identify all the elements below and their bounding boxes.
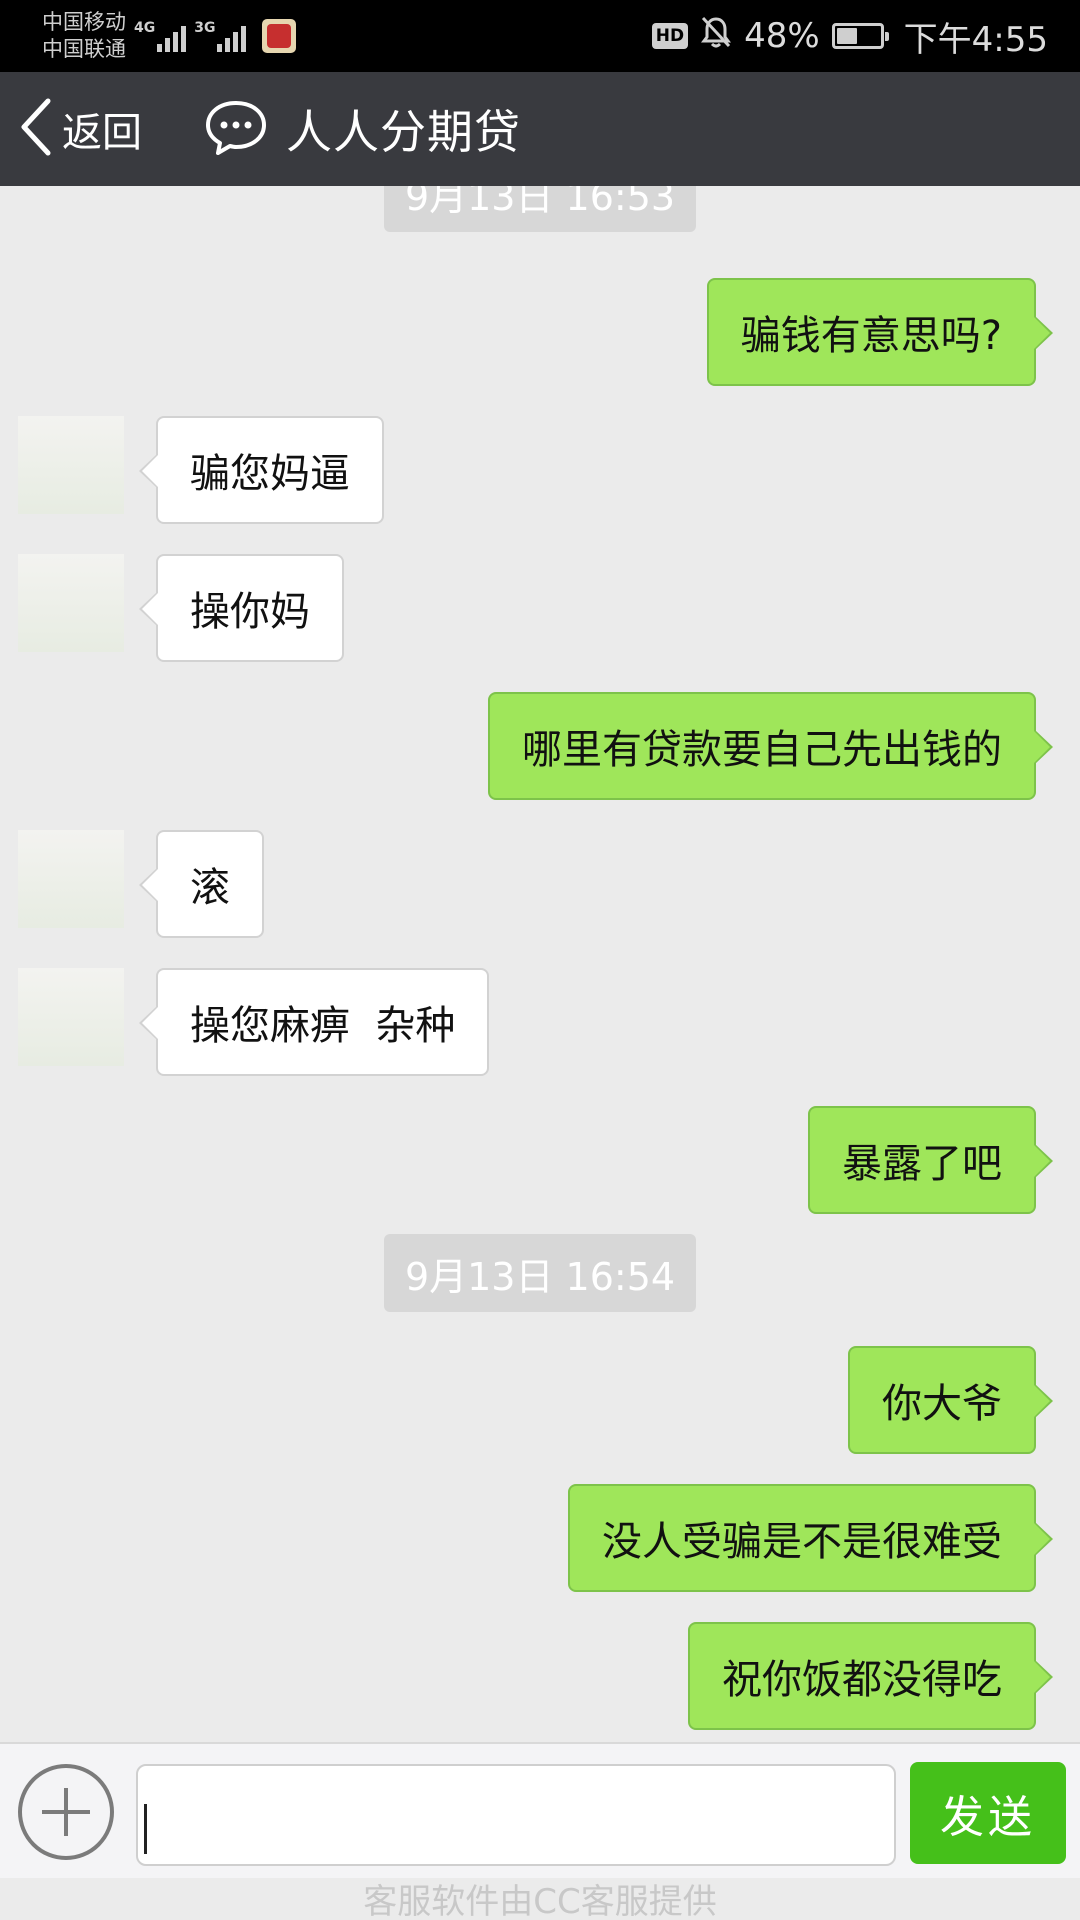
timestamp: 9月13日 16:53	[384, 186, 696, 232]
carrier-2: 中国联通	[42, 37, 126, 61]
clock: 下午4:55	[903, 19, 1048, 60]
incoming-message-bubble[interactable]: 骗您妈逼	[139, 416, 384, 524]
message-row-incoming: 操你妈	[0, 554, 1080, 662]
status-right: HD 48% 下午4:55	[651, 12, 1048, 61]
agent-avatar[interactable]	[18, 554, 124, 652]
back-button[interactable]: 返回	[0, 72, 142, 186]
chat-header: 人人分期贷	[204, 96, 521, 162]
message-row-outgoing: 暴露了吧	[0, 1106, 1080, 1214]
chat-title: 人人分期贷	[286, 105, 521, 159]
incoming-message-bubble[interactable]: 操你妈	[139, 554, 344, 662]
hd-badge: HD	[651, 23, 689, 49]
back-label: 返回	[62, 110, 142, 156]
outgoing-message-bubble[interactable]: 哪里有贷款要自己先出钱的	[488, 692, 1053, 800]
outgoing-message-bubble[interactable]: 没人受骗是不是很难受	[568, 1484, 1053, 1592]
chat-bubble-icon	[204, 99, 268, 159]
carrier-names: 中国移动 中国联通	[42, 9, 126, 63]
footer-credit: 客服软件由CC客服提供	[363, 1882, 717, 1920]
message-row-outgoing: 哪里有贷款要自己先出钱的	[0, 692, 1080, 800]
text-cursor	[144, 1804, 147, 1854]
timestamp: 9月13日 16:54	[384, 1234, 696, 1312]
message-row-incoming: 滚	[0, 830, 1080, 938]
outgoing-message-bubble[interactable]: 暴露了吧	[808, 1106, 1053, 1214]
message-list[interactable]: 9月13日 16:53 骗钱有意思吗? 骗您妈逼 操你妈 哪里有贷款要自己先出钱…	[0, 186, 1080, 1742]
message-row-incoming: 骗您妈逼	[0, 416, 1080, 524]
message-row-outgoing: 祝你饭都没得吃	[0, 1622, 1080, 1730]
outgoing-message-bubble[interactable]: 你大爷	[848, 1346, 1053, 1454]
agent-avatar[interactable]	[18, 830, 124, 928]
outgoing-message-bubble[interactable]: 骗钱有意思吗?	[706, 278, 1054, 386]
signal-1-icon: 4G	[134, 16, 187, 56]
message-row-outgoing: 你大爷	[0, 1346, 1080, 1454]
agent-avatar[interactable]	[18, 968, 124, 1066]
input-bar: 发送	[0, 1742, 1080, 1878]
battery-percent: 48%	[744, 16, 820, 56]
agent-avatar[interactable]	[18, 416, 124, 514]
carrier-1: 中国移动	[42, 10, 126, 34]
app-notification-icon	[262, 19, 297, 53]
incoming-message-bubble[interactable]: 滚	[139, 830, 264, 938]
plus-circle-icon[interactable]	[18, 1764, 114, 1860]
incoming-message-bubble[interactable]: 操您麻痹 杂种	[138, 968, 490, 1076]
message-row-outgoing: 骗钱有意思吗?	[0, 278, 1080, 386]
signal-2-icon: 3G	[194, 16, 247, 56]
network-type-1: 4G	[134, 20, 156, 36]
send-button[interactable]: 发送	[910, 1762, 1066, 1864]
message-row-outgoing: 没人受骗是不是很难受	[0, 1484, 1080, 1592]
chevron-left-icon	[18, 97, 52, 161]
outgoing-message-bubble[interactable]: 祝你饭都没得吃	[688, 1622, 1053, 1730]
battery-icon	[831, 23, 889, 49]
message-row-incoming: 操您麻痹 杂种	[0, 968, 1080, 1076]
network-type-2: 3G	[194, 20, 216, 36]
message-input[interactable]	[136, 1764, 896, 1866]
battery-fill	[836, 28, 857, 44]
bell-muted-icon	[700, 15, 732, 58]
status-bar: 中国移动 中国联通 4G 3G HD 48% 下午4:55	[0, 0, 1080, 72]
title-bar: 返回 人人分期贷	[0, 72, 1080, 186]
